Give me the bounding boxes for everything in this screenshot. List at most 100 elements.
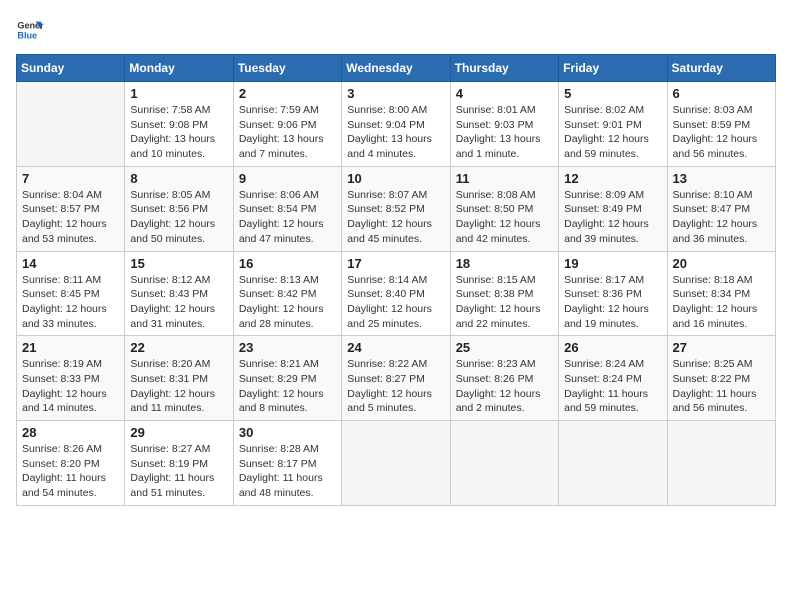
day-header-thursday: Thursday	[450, 55, 558, 82]
calendar-cell: 22 Sunrise: 8:20 AM Sunset: 8:31 PM Dayli…	[125, 336, 233, 421]
day-info: Sunrise: 8:23 AM Sunset: 8:26 PM Dayligh…	[456, 357, 553, 416]
day-info: Sunrise: 8:02 AM Sunset: 9:01 PM Dayligh…	[564, 103, 661, 162]
calendar-cell: 20Sunrise: 8:18 AM Sunset: 8:34 PM Dayli…	[667, 251, 775, 336]
day-header-friday: Friday	[559, 55, 667, 82]
calendar-cell: 26 Sunrise: 8:24 AM Sunset: 8:24 PM Dayli…	[559, 336, 667, 421]
day-info: Sunrise: 8:03 AM Sunset: 8:59 PM Dayligh…	[673, 103, 770, 162]
day-number: 20	[673, 256, 770, 271]
day-header-tuesday: Tuesday	[233, 55, 341, 82]
day-info: Sunrise: 8:21 AM Sunset: 8:29 PM Dayligh…	[239, 357, 336, 416]
day-header-wednesday: Wednesday	[342, 55, 450, 82]
week-row-2: 14 Sunrise: 8:11 AM Sunset: 8:45 PM Dayli…	[17, 251, 776, 336]
calendar-cell: 15Sunrise: 8:12 AM Sunset: 8:43 PM Dayli…	[125, 251, 233, 336]
day-info: Sunrise: 8:09 AM Sunset: 8:49 PM Dayligh…	[564, 188, 661, 247]
day-number: 14	[22, 256, 119, 271]
day-info: Sunrise: 8:27 AM Sunset: 8:19 PM Dayligh…	[130, 442, 227, 501]
day-number: 21	[22, 340, 119, 355]
day-info: Sunrise: 8:26 AM Sunset: 8:20 PM Dayligh…	[22, 442, 119, 501]
day-info: Sunrise: 8:06 AM Sunset: 8:54 PM Dayligh…	[239, 188, 336, 247]
calendar-cell: 27 Sunrise: 8:25 AM Sunset: 8:22 PM Dayli…	[667, 336, 775, 421]
day-info: Sunrise: 8:01 AM Sunset: 9:03 PM Dayligh…	[456, 103, 553, 162]
day-number: 26	[564, 340, 661, 355]
day-info: Sunrise: 8:13 AM Sunset: 8:42 PM Dayligh…	[239, 273, 336, 332]
day-header-monday: Monday	[125, 55, 233, 82]
day-info: Sunrise: 8:22 AM Sunset: 8:27 PM Dayligh…	[347, 357, 444, 416]
day-number: 1	[130, 86, 227, 101]
day-number: 4	[456, 86, 553, 101]
day-number: 3	[347, 86, 444, 101]
day-info: Sunrise: 8:14 AM Sunset: 8:40 PM Dayligh…	[347, 273, 444, 332]
day-info: Sunrise: 8:07 AM Sunset: 8:52 PM Dayligh…	[347, 188, 444, 247]
calendar-cell: 24 Sunrise: 8:22 AM Sunset: 8:27 PM Dayli…	[342, 336, 450, 421]
day-number: 17	[347, 256, 444, 271]
week-row-0: 1 Sunrise: 7:58 AM Sunset: 9:08 PM Daylig…	[17, 82, 776, 167]
calendar-cell: 1 Sunrise: 7:58 AM Sunset: 9:08 PM Daylig…	[125, 82, 233, 167]
calendar-cell: 23 Sunrise: 8:21 AM Sunset: 8:29 PM Dayli…	[233, 336, 341, 421]
calendar-cell	[17, 82, 125, 167]
day-number: 8	[130, 171, 227, 186]
day-number: 15	[130, 256, 227, 271]
logo-icon: General Blue	[16, 16, 44, 44]
day-number: 30	[239, 425, 336, 440]
day-number: 29	[130, 425, 227, 440]
day-number: 9	[239, 171, 336, 186]
day-number: 24	[347, 340, 444, 355]
calendar-cell	[559, 421, 667, 506]
day-number: 28	[22, 425, 119, 440]
day-info: Sunrise: 8:10 AM Sunset: 8:47 PM Dayligh…	[673, 188, 770, 247]
calendar-cell: 30 Sunrise: 8:28 AM Sunset: 8:17 PM Dayli…	[233, 421, 341, 506]
day-info: Sunrise: 8:11 AM Sunset: 8:45 PM Dayligh…	[22, 273, 119, 332]
calendar-cell: 29 Sunrise: 8:27 AM Sunset: 8:19 PM Dayli…	[125, 421, 233, 506]
calendar-cell: 5 Sunrise: 8:02 AM Sunset: 9:01 PM Daylig…	[559, 82, 667, 167]
page-header: General Blue	[16, 16, 776, 44]
day-info: Sunrise: 8:17 AM Sunset: 8:36 PM Dayligh…	[564, 273, 661, 332]
day-number: 7	[22, 171, 119, 186]
day-number: 2	[239, 86, 336, 101]
calendar-cell: 25 Sunrise: 8:23 AM Sunset: 8:26 PM Dayli…	[450, 336, 558, 421]
day-info: Sunrise: 8:15 AM Sunset: 8:38 PM Dayligh…	[456, 273, 553, 332]
day-number: 18	[456, 256, 553, 271]
logo: General Blue	[16, 16, 44, 44]
day-info: Sunrise: 8:25 AM Sunset: 8:22 PM Dayligh…	[673, 357, 770, 416]
day-info: Sunrise: 8:20 AM Sunset: 8:31 PM Dayligh…	[130, 357, 227, 416]
calendar-cell	[667, 421, 775, 506]
calendar-cell: 10 Sunrise: 8:07 AM Sunset: 8:52 PM Dayli…	[342, 166, 450, 251]
day-number: 23	[239, 340, 336, 355]
day-number: 13	[673, 171, 770, 186]
day-number: 27	[673, 340, 770, 355]
day-number: 10	[347, 171, 444, 186]
calendar-cell: 7 Sunrise: 8:04 AM Sunset: 8:57 PM Daylig…	[17, 166, 125, 251]
calendar-cell: 14 Sunrise: 8:11 AM Sunset: 8:45 PM Dayli…	[17, 251, 125, 336]
day-info: Sunrise: 8:08 AM Sunset: 8:50 PM Dayligh…	[456, 188, 553, 247]
day-number: 22	[130, 340, 227, 355]
week-row-3: 21 Sunrise: 8:19 AM Sunset: 8:33 PM Dayli…	[17, 336, 776, 421]
day-number: 16	[239, 256, 336, 271]
calendar-cell: 13 Sunrise: 8:10 AM Sunset: 8:47 PM Dayli…	[667, 166, 775, 251]
calendar-cell: 2Sunrise: 7:59 AM Sunset: 9:06 PM Daylig…	[233, 82, 341, 167]
day-number: 5	[564, 86, 661, 101]
day-info: Sunrise: 8:28 AM Sunset: 8:17 PM Dayligh…	[239, 442, 336, 501]
day-info: Sunrise: 8:05 AM Sunset: 8:56 PM Dayligh…	[130, 188, 227, 247]
calendar-cell: 19Sunrise: 8:17 AM Sunset: 8:36 PM Dayli…	[559, 251, 667, 336]
calendar-cell: 12Sunrise: 8:09 AM Sunset: 8:49 PM Dayli…	[559, 166, 667, 251]
day-info: Sunrise: 8:19 AM Sunset: 8:33 PM Dayligh…	[22, 357, 119, 416]
calendar-cell: 3 Sunrise: 8:00 AM Sunset: 9:04 PM Daylig…	[342, 82, 450, 167]
calendar-cell: 16 Sunrise: 8:13 AM Sunset: 8:42 PM Dayli…	[233, 251, 341, 336]
day-number: 11	[456, 171, 553, 186]
week-row-1: 7 Sunrise: 8:04 AM Sunset: 8:57 PM Daylig…	[17, 166, 776, 251]
calendar-cell: 9 Sunrise: 8:06 AM Sunset: 8:54 PM Daylig…	[233, 166, 341, 251]
day-number: 6	[673, 86, 770, 101]
calendar-cell: 11 Sunrise: 8:08 AM Sunset: 8:50 PM Dayli…	[450, 166, 558, 251]
day-header-sunday: Sunday	[17, 55, 125, 82]
day-info: Sunrise: 8:04 AM Sunset: 8:57 PM Dayligh…	[22, 188, 119, 247]
day-info: Sunrise: 8:00 AM Sunset: 9:04 PM Dayligh…	[347, 103, 444, 162]
day-number: 25	[456, 340, 553, 355]
calendar-cell	[450, 421, 558, 506]
calendar-cell: 18 Sunrise: 8:15 AM Sunset: 8:38 PM Dayli…	[450, 251, 558, 336]
days-header-row: SundayMondayTuesdayWednesdayThursdayFrid…	[17, 55, 776, 82]
calendar-table: SundayMondayTuesdayWednesdayThursdayFrid…	[16, 54, 776, 506]
calendar-cell: 8 Sunrise: 8:05 AM Sunset: 8:56 PM Daylig…	[125, 166, 233, 251]
calendar-body: 1 Sunrise: 7:58 AM Sunset: 9:08 PM Daylig…	[17, 82, 776, 506]
day-info: Sunrise: 8:24 AM Sunset: 8:24 PM Dayligh…	[564, 357, 661, 416]
day-info: Sunrise: 7:58 AM Sunset: 9:08 PM Dayligh…	[130, 103, 227, 162]
